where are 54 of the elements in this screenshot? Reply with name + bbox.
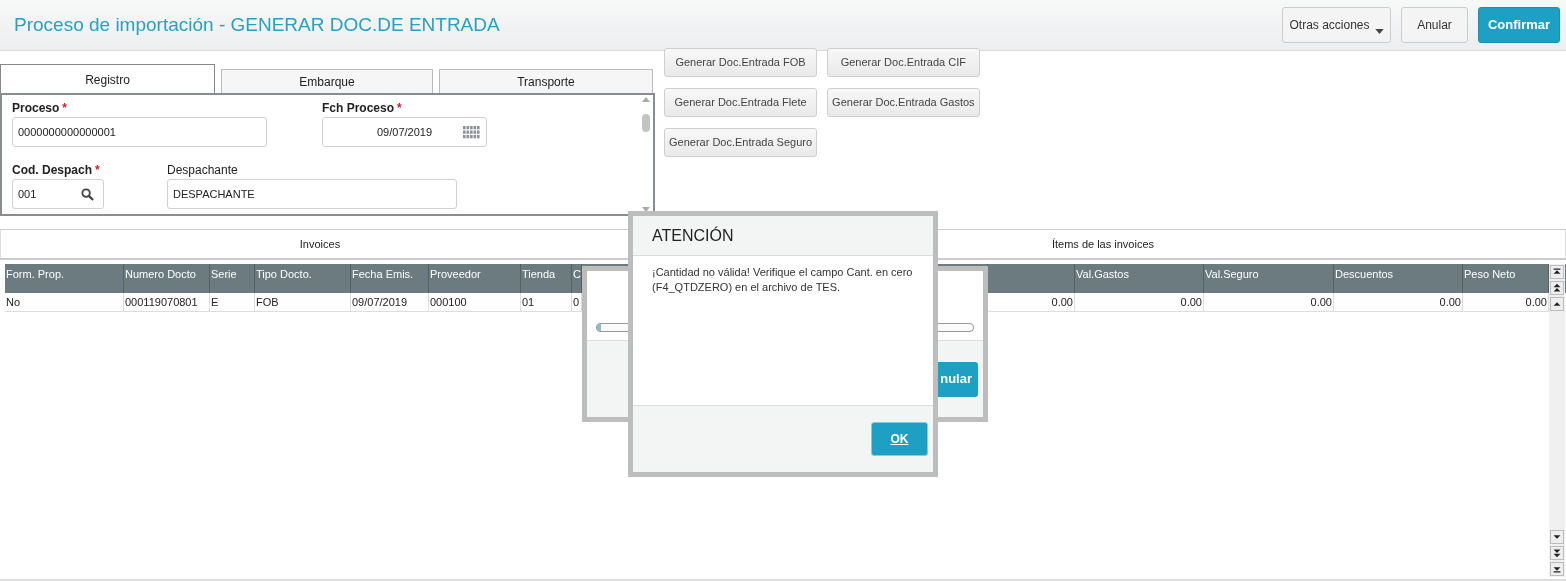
required-marker: *: [95, 163, 100, 178]
generate-button[interactable]: Generar Doc.Entrada Seguro: [664, 128, 818, 157]
scroll-thumb[interactable]: [642, 113, 650, 132]
column-header: Numero Docto: [124, 264, 210, 293]
column-header: Form. Prop.: [5, 264, 124, 293]
cancel-button[interactable]: Anular: [1401, 7, 1468, 43]
column-header: Val.Seguro: [1204, 264, 1334, 293]
field-label: Fch Proceso: [322, 101, 395, 116]
column-header: Val.Gastos: [1075, 264, 1204, 293]
table-cell: 01: [521, 293, 572, 311]
lookup-field[interactable]: 001: [12, 179, 104, 209]
table-cell: 0.00: [1075, 293, 1204, 311]
field-label: Cod. Despach: [12, 163, 92, 178]
required-marker: *: [62, 101, 68, 116]
search-icon[interactable]: [81, 187, 94, 201]
calendar-icon[interactable]: [463, 125, 480, 139]
field-label: Proceso: [12, 101, 60, 116]
scrollbar[interactable]: [639, 95, 653, 214]
caret-icon: [1375, 29, 1384, 34]
table-cell: 000119070801: [124, 293, 210, 311]
form-tab[interactable]: Transporte: [439, 69, 653, 93]
table-cell: 000100: [429, 293, 521, 311]
form-tab[interactable]: Registro: [0, 64, 215, 94]
actions-dropdown-button[interactable]: Otras acciones: [1282, 7, 1391, 43]
column-header: Proveedor: [429, 264, 521, 293]
date-field[interactable]: 09/07/2019: [322, 117, 487, 147]
generate-button[interactable]: Generar Doc.Entrada Flete: [664, 88, 818, 117]
required-marker: *: [397, 101, 402, 116]
page-up-icon[interactable]: [1550, 281, 1564, 295]
table-cell: 09/07/2019: [351, 293, 429, 311]
scroll-down-icon[interactable]: [1550, 530, 1564, 544]
form-tab[interactable]: Embarque: [221, 69, 433, 93]
scroll-up-icon[interactable]: [1550, 297, 1564, 311]
table-cell: 0.00: [1204, 293, 1334, 311]
field-label: Despachante: [167, 163, 238, 178]
column-header: Serie: [210, 264, 255, 293]
column-header: Fecha Emis.: [351, 264, 429, 293]
scroll-bottom-icon[interactable]: [1550, 562, 1564, 576]
generate-button[interactable]: Generar Doc.Entrada Gastos: [827, 88, 980, 117]
table-cell: FOB: [255, 293, 351, 311]
alert-message: ¡Cantidad no válida! Verifique el campo Cant. en cero (F4_QTDZERO) en el archivo de TES.: [652, 265, 914, 295]
input-field[interactable]: 0000000000000001: [12, 117, 267, 147]
column-header: Descuentos: [1334, 264, 1463, 293]
table-cell: E: [210, 293, 255, 311]
scroll-top-icon[interactable]: [1550, 265, 1564, 279]
table-cell: No: [5, 293, 124, 311]
page-title: Proceso de importación - GENERAR DOC.DE ENTRADA: [14, 12, 500, 37]
page-down-icon[interactable]: [1550, 546, 1564, 560]
column-header: Tienda: [521, 264, 572, 293]
generate-button[interactable]: Generar Doc.Entrada CIF: [827, 48, 980, 77]
table-cell: 0.00: [1334, 293, 1463, 311]
input-field[interactable]: DESPACHANTE: [167, 179, 457, 209]
generate-button[interactable]: Generar Doc.Entrada FOB: [664, 48, 818, 77]
column-header: Tipo Docto.: [255, 264, 351, 293]
